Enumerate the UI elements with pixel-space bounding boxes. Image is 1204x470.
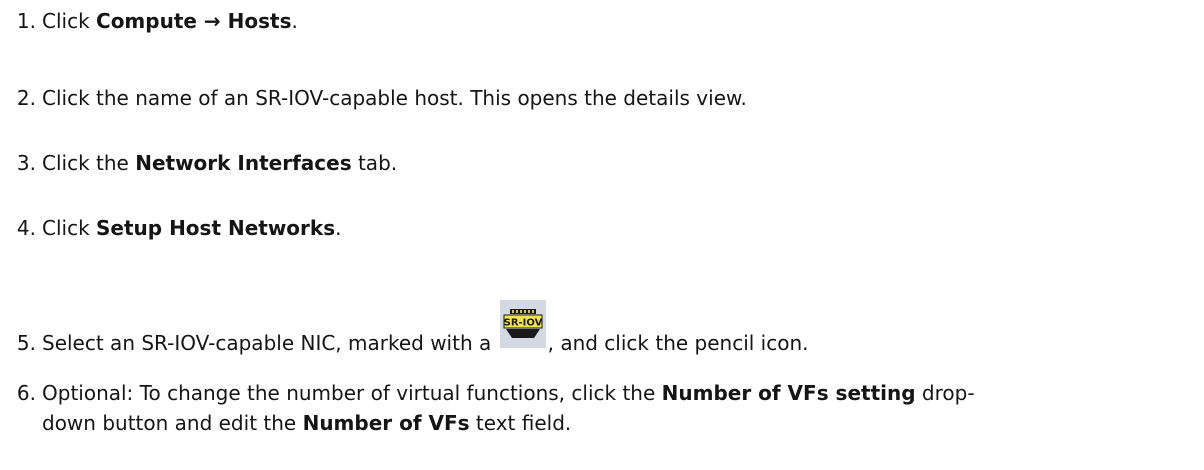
step-number: 3. <box>16 151 36 175</box>
step-number: 1. <box>16 9 36 33</box>
step-number: 6. <box>16 381 36 405</box>
dropdown-name: Number of VFs setting <box>661 381 916 405</box>
step-text: Click Setup Host Networks. <box>42 216 342 240</box>
step-2: 2. Click the name of an SR-IOV-capable ho… <box>0 83 1190 113</box>
field-name: Number of VFs <box>302 411 470 435</box>
step-text: Click the name of an SR-IOV-capable host… <box>42 86 747 110</box>
step-number: 5. <box>16 331 36 355</box>
menu-path: Compute → Hosts <box>96 9 292 33</box>
tab-name: Network Interfaces <box>135 151 352 175</box>
step-text-continued: down button and edit the Number of VFs t… <box>42 411 572 435</box>
step-6: 6. Optional: To change the number of virt… <box>0 378 1190 438</box>
step-3: 3. Click the Network Interfaces tab. <box>0 148 1190 178</box>
step-text: Optional: To change the number of virtua… <box>42 381 975 405</box>
sr-iov-nic-icon: SR-IOV <box>499 300 546 348</box>
step-number: 4. <box>16 216 36 240</box>
step-1: 1. Click Compute → Hosts. <box>0 6 1190 36</box>
step-4: 4. Click Setup Host Networks. <box>0 213 1190 243</box>
sr-iov-icon-label: SR-IOV <box>503 318 542 329</box>
step-text: Click the Network Interfaces tab. <box>42 151 398 175</box>
step-text: Select an SR-IOV-capable NIC, marked wit… <box>42 300 809 355</box>
step-text: Click Compute → Hosts. <box>42 9 298 33</box>
step-number: 2. <box>16 86 36 110</box>
button-name: Setup Host Networks <box>96 216 336 240</box>
step-5: 5. Select an SR-IOV-capable NIC, marked w… <box>0 300 1190 364</box>
